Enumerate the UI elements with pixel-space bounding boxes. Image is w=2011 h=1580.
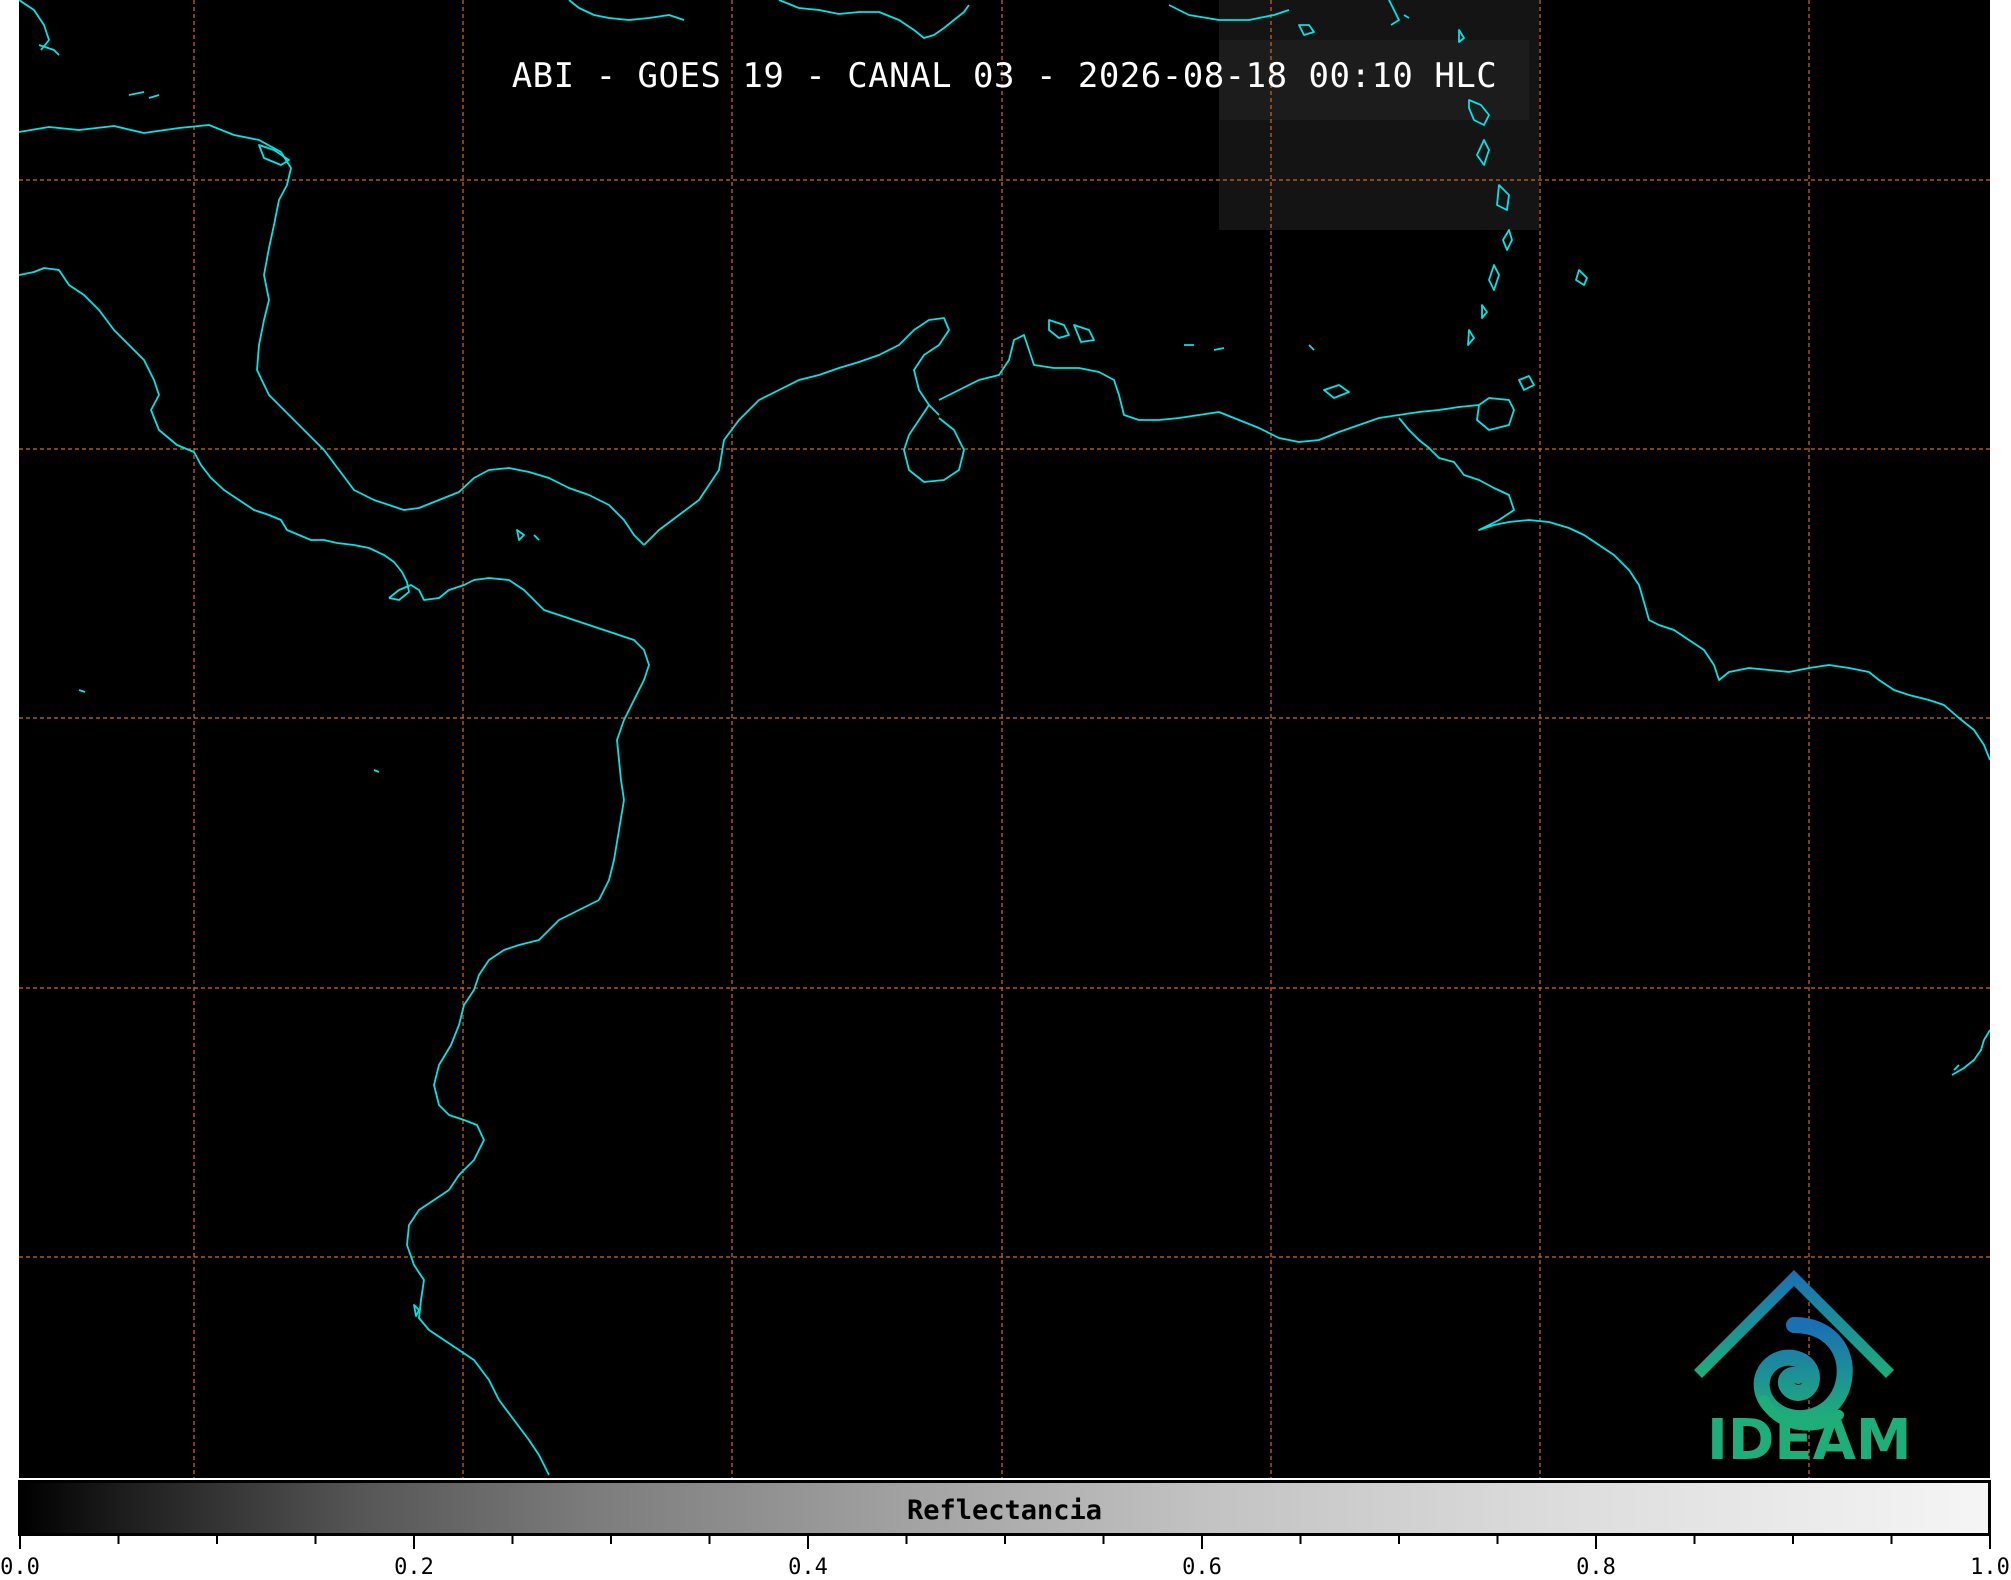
coastline-guyana [1951, 1029, 1990, 1076]
colorbar-tick-label: 0.4 [788, 1555, 828, 1580]
colorbar-tick-label: 1.0 [1970, 1555, 2010, 1580]
coastline-venezuela-east [1398, 417, 1990, 761]
island-aruba [1048, 319, 1070, 339]
island-curacao [1073, 324, 1095, 343]
coastline-colombia-caribbean [643, 317, 950, 546]
map-title: ABI - GOES 19 - CANAL 03 - 2026-08-18 00… [511, 56, 1498, 96]
colorbar-tick-label: 0.8 [1576, 1555, 1616, 1580]
colorbar-tick-label: 0.0 [0, 1555, 40, 1580]
coastline-maracaibo [903, 334, 1480, 483]
island-gorgona [413, 1304, 420, 1317]
island-san-andres [516, 529, 540, 541]
coastline-central-america-west [19, 267, 410, 601]
logo-text: IDEAM [1707, 1408, 1912, 1473]
coastline-colombia-pacific [406, 899, 600, 1476]
island-hispaniola [568, 0, 970, 39]
coastline-trinidad [1476, 397, 1515, 431]
colorbar-label: Reflectancia [906, 1495, 1103, 1526]
satellite-map: ABI - GOES 19 - CANAL 03 - 2026-08-18 00… [19, 0, 1990, 1478]
colorbar-ticks [19, 1535, 1991, 1549]
coastline-central-america-north [19, 124, 645, 546]
colorbar: Reflectancia [18, 1480, 1991, 1536]
island-pacific [78, 689, 380, 773]
island-small [1184, 344, 1350, 399]
coastline-nw-corner [19, 0, 60, 56]
coastline-panama [388, 577, 650, 901]
colorbar-tick-label: 0.6 [1182, 1555, 1222, 1580]
colorbar-tick-label: 0.2 [394, 1555, 434, 1580]
